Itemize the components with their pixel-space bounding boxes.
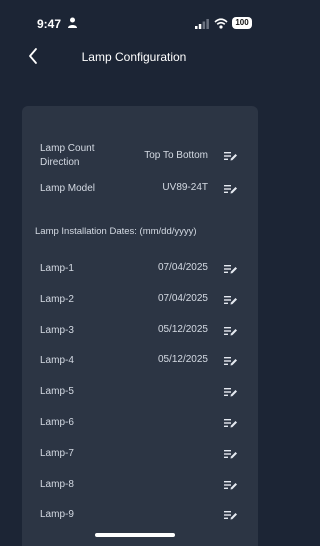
lamp-label: Lamp-6 <box>40 417 74 428</box>
lamp-label: Lamp-3 <box>40 324 74 336</box>
lamp-row[interactable]: Lamp-7 <box>22 447 258 471</box>
edit-list-icon[interactable] <box>224 449 238 459</box>
lamp-label: Lamp-2 <box>40 293 74 305</box>
status-time: 9:47 <box>37 17 62 31</box>
installation-dates-header: Lamp Installation Dates: (mm/dd/yyyy) <box>35 226 197 237</box>
lamp-label: Lamp-4 <box>40 355 74 367</box>
configuration-card: Lamp Count Direction Top To Bottom Lamp … <box>22 106 258 546</box>
lamp-row[interactable]: Lamp-2 07/04/2025 <box>22 293 258 317</box>
lamp-model-value: UV89-24T <box>162 182 208 193</box>
lamp-label: Lamp-7 <box>40 447 74 459</box>
person-icon <box>68 17 77 28</box>
home-indicator <box>95 533 175 537</box>
edit-list-icon[interactable] <box>224 264 238 274</box>
lamp-count-direction-row[interactable]: Lamp Count Direction Top To Bottom <box>22 142 258 172</box>
lamp-label: Lamp-8 <box>40 478 74 490</box>
lamp-label: Lamp-1 <box>40 263 74 274</box>
lamp-date: 07/04/2025 <box>157 262 208 273</box>
lamp-row[interactable]: Lamp-6 <box>22 416 258 440</box>
lamp-count-direction-label: Lamp Count Direction <box>40 143 95 168</box>
lamp-row[interactable]: Lamp-9 <box>22 508 258 532</box>
edit-list-icon[interactable] <box>224 326 238 336</box>
edit-list-icon[interactable] <box>224 387 238 397</box>
lamp-row[interactable]: Lamp-8 <box>22 478 258 502</box>
wifi-icon <box>214 18 228 29</box>
edit-list-icon[interactable] <box>224 480 238 490</box>
lamp-row[interactable]: Lamp-3 05/12/2025 <box>22 324 258 348</box>
lamp-model-row[interactable]: Lamp Model UV89-24T <box>22 182 258 206</box>
page-title: Lamp Configuration <box>81 50 187 64</box>
edit-list-icon[interactable] <box>224 510 238 520</box>
navigation-header: Lamp Configuration <box>0 42 268 72</box>
lamp-model-label: Lamp Model <box>40 183 96 194</box>
lamp-date: 05/12/2025 <box>157 354 208 366</box>
lamp-date: 07/04/2025 <box>157 292 208 304</box>
edit-list-icon[interactable] <box>224 295 238 305</box>
edit-list-icon[interactable] <box>224 418 238 428</box>
edit-list-icon[interactable] <box>224 151 238 161</box>
signal-icon <box>195 19 209 29</box>
edit-list-icon[interactable] <box>224 356 238 366</box>
lamp-count-direction-value: Top To Bottom <box>144 150 208 161</box>
edit-list-icon[interactable] <box>224 184 238 194</box>
lamp-date: 05/12/2025 <box>157 323 208 335</box>
lamp-label: Lamp-9 <box>40 509 74 521</box>
lamp-row[interactable]: Lamp-5 <box>22 385 258 409</box>
lamp-label: Lamp-5 <box>40 386 74 398</box>
battery-icon: 100 <box>232 17 252 29</box>
status-bar: 9:47 100 <box>0 0 268 42</box>
lamp-row[interactable]: Lamp-4 05/12/2025 <box>22 354 258 378</box>
lamp-row[interactable]: Lamp-1 07/04/2025 <box>22 262 258 286</box>
